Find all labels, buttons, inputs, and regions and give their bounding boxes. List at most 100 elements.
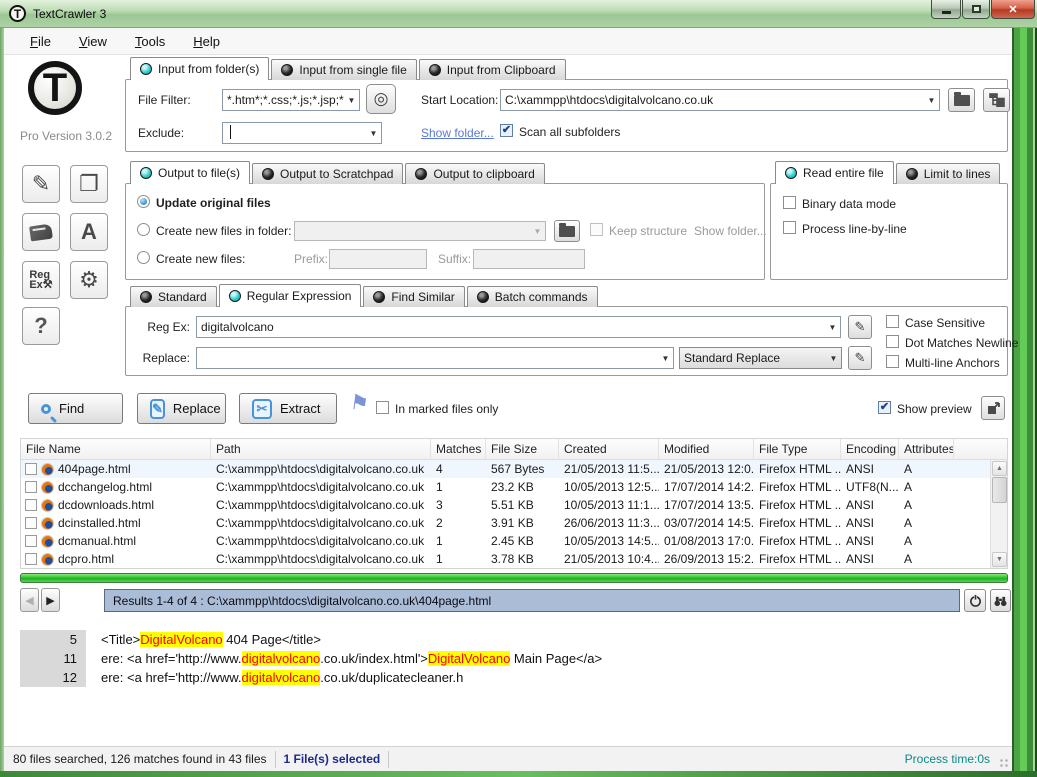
scan-subfolders-checkbox[interactable] <box>500 124 513 137</box>
binary-mode-checkbox[interactable] <box>783 196 796 209</box>
column-header-file-type[interactable]: File Type <box>754 439 841 459</box>
case-sensitive-checkbox[interactable] <box>886 315 899 328</box>
chevron-down-icon[interactable]: ▼ <box>826 354 841 363</box>
column-header-created[interactable]: Created <box>559 439 659 459</box>
column-header-file-size[interactable]: File Size <box>486 439 559 459</box>
scroll-up-icon[interactable]: ▲ <box>992 461 1007 476</box>
file-filter-combobox[interactable]: *.htm*;*.css;*.js;*.jsp;*.php*;*.asp ▼ <box>222 89 360 111</box>
size-cell: 2.45 KB <box>491 534 534 548</box>
tab-input-from-folder-s-[interactable]: Input from folder(s) <box>130 57 270 80</box>
tab-find-similar[interactable]: Find Similar <box>363 286 465 307</box>
menu-help[interactable]: Help <box>181 31 232 52</box>
table-row[interactable]: dcchangelog.html C:\xammpp\htdocs\digital… <box>21 478 1007 496</box>
multiline-anchors-checkbox[interactable] <box>886 355 899 368</box>
replace-edit-button[interactable]: ✎ <box>848 346 872 370</box>
tab-output-to-file-s-[interactable]: Output to file(s) <box>130 161 251 184</box>
regex-edit-button[interactable]: ✎ <box>848 315 872 339</box>
tab-output-to-scratchpad[interactable]: Output to Scratchpad <box>252 163 404 184</box>
output-browse-folder-button[interactable] <box>554 220 580 242</box>
regex-combobox[interactable]: digitalvolcano ▼ <box>196 316 841 338</box>
popout-preview-button[interactable] <box>981 396 1005 420</box>
scroll-down-icon[interactable]: ▼ <box>992 552 1007 567</box>
column-header-encoding[interactable]: Encoding <box>841 439 899 459</box>
marker-flag-icon[interactable]: ⚑ <box>348 390 370 417</box>
scrollbar-thumb[interactable] <box>992 477 1007 503</box>
create-in-folder-radio[interactable] <box>137 223 150 236</box>
dot-matches-newline-checkbox[interactable] <box>886 335 899 348</box>
replace-mode-select[interactable]: Standard Replace ▼ <box>679 347 842 369</box>
table-scrollbar[interactable]: ▲ ▼ <box>990 460 1007 568</box>
batch-windows-button[interactable]: ❐ <box>70 165 108 203</box>
row-checkbox[interactable] <box>25 517 37 529</box>
dictionary-button[interactable] <box>22 213 60 251</box>
column-header-path[interactable]: Path <box>211 439 431 459</box>
chevron-down-icon[interactable]: ▼ <box>344 96 359 105</box>
table-row[interactable]: dcmanual.html C:\xammpp\htdocs\digitalvol… <box>21 532 1007 550</box>
table-row[interactable]: dcdownloads.html C:\xammpp\htdocs\digital… <box>21 496 1007 514</box>
chevron-down-icon[interactable]: ▼ <box>825 323 840 332</box>
table-row[interactable]: dcinstalled.html C:\xammpp\htdocs\digital… <box>21 514 1007 532</box>
start-location-combobox[interactable]: C:\xammpp\htdocs\digitalvolcano.co.uk ▼ <box>500 89 940 111</box>
row-checkbox[interactable] <box>25 463 37 475</box>
chevron-down-icon[interactable]: ▼ <box>366 129 381 138</box>
prev-result-button[interactable]: ◀ <box>20 588 39 612</box>
column-header-modified[interactable]: Modified <box>659 439 754 459</box>
maximize-button[interactable] <box>962 0 990 19</box>
replace-button[interactable]: ✎ Replace <box>137 393 226 424</box>
title-bar[interactable]: T TextCrawler 3 ✕ <box>0 0 1037 28</box>
find-in-results-button[interactable] <box>990 589 1011 612</box>
browse-folder-button[interactable] <box>948 88 975 112</box>
keep-structure-checkbox[interactable] <box>590 223 603 236</box>
column-header-matches[interactable]: Matches <box>431 439 486 459</box>
tab-input-from-clipboard[interactable]: Input from Clipboard <box>418 59 566 80</box>
show-folder-link[interactable]: Show folder... <box>421 126 494 140</box>
regex-tools-button[interactable]: Reg Ex⚒ <box>22 261 60 299</box>
create-new-files-radio[interactable] <box>137 251 150 264</box>
scratchpad-edit-button[interactable]: ✎ <box>22 165 60 203</box>
column-header-file-name[interactable]: File Name <box>21 439 211 459</box>
replace-combobox[interactable]: ▼ <box>196 347 674 369</box>
marked-files-only-checkbox[interactable] <box>376 401 389 414</box>
tab-batch-commands[interactable]: Batch commands <box>466 286 598 307</box>
update-original-radio[interactable] <box>137 195 150 208</box>
chevron-down-icon[interactable]: ▼ <box>924 96 939 105</box>
menu-file[interactable]: File <box>18 31 63 52</box>
preview-line: 12 ere: <a href='http://www.digitalvolcan… <box>4 668 1012 687</box>
row-checkbox[interactable] <box>25 481 37 493</box>
encoding-cell: ANSI <box>846 516 875 530</box>
modified-cell: 21/05/2013 12:0... <box>664 462 754 476</box>
chevron-down-icon[interactable]: ▼ <box>658 354 673 363</box>
tab-limit-to-lines[interactable]: Limit to lines <box>895 163 1001 184</box>
arrow-right-icon: ▶ <box>46 594 55 607</box>
menu-tools[interactable]: Tools <box>123 31 177 52</box>
case-sensitive-label: Case Sensitive <box>905 316 986 330</box>
row-checkbox[interactable] <box>25 499 37 511</box>
show-preview-checkbox[interactable] <box>878 401 891 414</box>
folder-tree-button[interactable] <box>983 88 1010 112</box>
settings-button[interactable]: ⚙ <box>70 261 108 299</box>
tab-output-to-clipboard[interactable]: Output to clipboard <box>405 163 545 184</box>
table-row[interactable]: 404page.html C:\xammpp\htdocs\digitalvolc… <box>21 460 1007 478</box>
tab-standard[interactable]: Standard <box>130 286 217 307</box>
filter-target-button[interactable]: ◎ <box>366 84 396 114</box>
menu-view[interactable]: View <box>67 31 119 52</box>
extract-button[interactable]: ✂ Extract <box>239 393 337 424</box>
row-checkbox[interactable] <box>25 553 37 565</box>
rerun-search-button[interactable] <box>964 589 986 612</box>
app-logo: T <box>28 61 82 115</box>
column-header-attributes[interactable]: Attributes <box>899 439 954 459</box>
next-result-button[interactable]: ▶ <box>41 588 60 612</box>
fonts-button[interactable]: A <box>70 213 108 251</box>
tab-read-entire-file[interactable]: Read entire file <box>775 161 894 184</box>
help-button[interactable]: ? <box>22 307 60 345</box>
minimize-button[interactable] <box>931 0 961 19</box>
tab-regular-expression[interactable]: Regular Expression <box>218 284 362 307</box>
row-checkbox[interactable] <box>25 535 37 547</box>
resize-grip[interactable] <box>999 758 1009 768</box>
exclude-combobox[interactable]: ▼ <box>222 122 382 144</box>
find-button[interactable]: Find <box>28 393 123 424</box>
tab-input-from-single-file[interactable]: Input from single file <box>271 59 417 80</box>
table-row[interactable]: dcpro.html C:\xammpp\htdocs\digitalvolcan… <box>21 550 1007 568</box>
line-by-line-checkbox[interactable] <box>783 221 796 234</box>
close-button[interactable]: ✕ <box>991 0 1035 19</box>
